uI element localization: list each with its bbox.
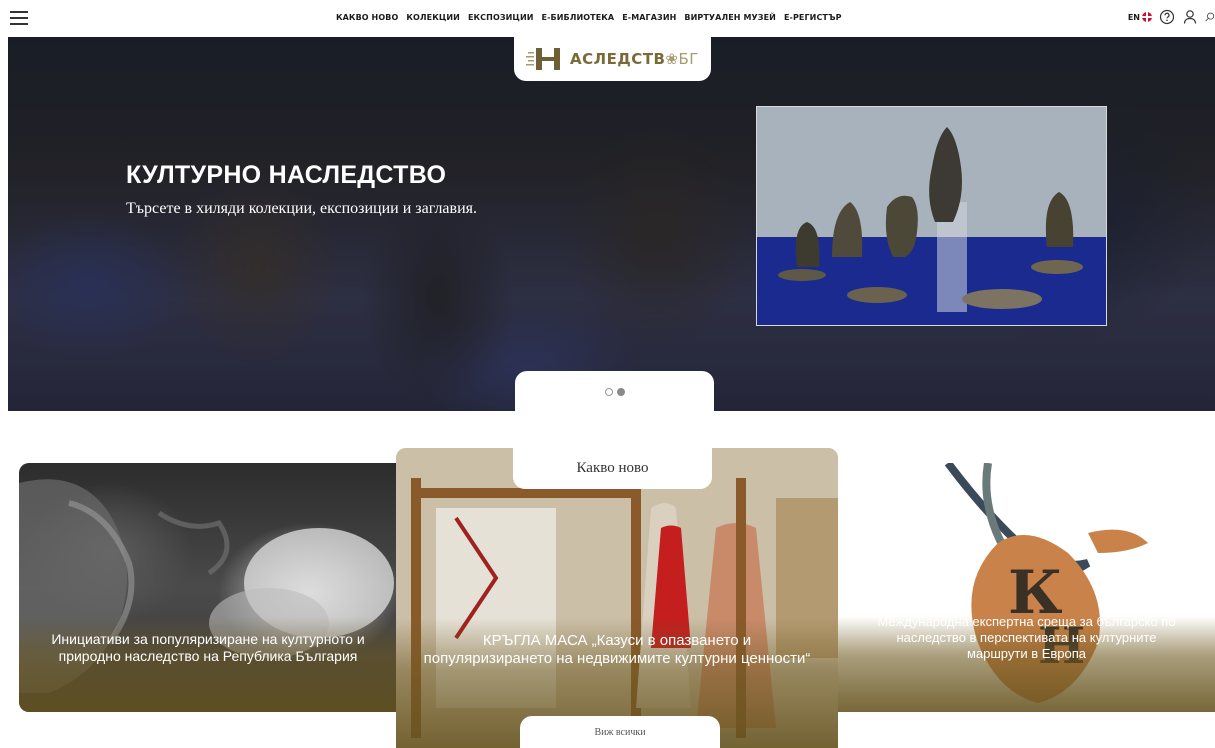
help-icon[interactable]	[1159, 9, 1175, 25]
news-card-1[interactable]: Инициативи за популяризиране на културно…	[19, 463, 397, 712]
news-card-3[interactable]: К Н Международна експертна среща за бълг…	[838, 463, 1215, 712]
hero-subtitle: Търсете в хиляди колекции, експозиции и …	[126, 200, 478, 217]
nav-item-virtual-museum[interactable]: ВИРТУАЛЕН МУЗЕЙ	[684, 13, 776, 22]
header-tools: EN	[1128, 9, 1215, 25]
language-switch[interactable]: EN	[1128, 12, 1152, 22]
logo-mark-icon	[526, 48, 561, 70]
news-card-2[interactable]: КРЪГЛА МАСА „Казуси в опазването и попул…	[396, 448, 838, 748]
hero-banner: КУЛТУРНО НАСЛЕДСТВО Търсете в хиляди кол…	[8, 37, 1215, 411]
user-icon[interactable]	[1182, 9, 1198, 25]
nav-item-e-library[interactable]: Е-БИБЛИОТЕКА	[542, 13, 615, 22]
news-card-title: КРЪГЛА МАСА „Казуси в опазването и попул…	[423, 632, 811, 667]
slider-dot-1[interactable]	[604, 387, 613, 396]
language-label: EN	[1127, 12, 1140, 22]
menu-icon[interactable]	[10, 11, 28, 25]
search-icon[interactable]	[1205, 9, 1215, 25]
nav-item-expositions[interactable]: ЕКСПОЗИЦИИ	[468, 13, 534, 22]
nav-item-e-shop[interactable]: Е-МАГАЗИН	[622, 13, 676, 22]
logo-suffix: ❀БГ	[665, 50, 699, 68]
uk-flag-icon	[1142, 12, 1152, 22]
logo-suffix-text: БГ	[678, 50, 699, 68]
top-bar: КАКВО НОВО КОЛЕКЦИИ ЕКСПОЗИЦИИ Е-БИБЛИОТ…	[0, 0, 1215, 37]
artifacts-illustration	[757, 107, 1106, 325]
nav-item-collections[interactable]: КОЛЕКЦИИ	[406, 13, 460, 22]
news-card-title: Инициативи за популяризиране на културно…	[51, 631, 365, 664]
slider-dots	[515, 371, 714, 412]
hero-artifacts-photo	[756, 106, 1107, 326]
see-all-button[interactable]: Виж всички	[520, 716, 720, 748]
news-section-heading: Какво ново	[513, 447, 712, 489]
nav-item-whats-new[interactable]: КАКВО НОВО	[336, 13, 398, 22]
hero-title: КУЛТУРНО НАСЛЕДСТВО	[126, 161, 447, 189]
news-card-title: Международна експертна среща за българск…	[877, 614, 1176, 661]
slider-dot-2[interactable]	[616, 387, 625, 396]
logo-word: АСЛЕДСТВ	[570, 50, 666, 68]
main-nav: КАКВО НОВО КОЛЕКЦИИ ЕКСПОЗИЦИИ Е-БИБЛИОТ…	[336, 13, 850, 22]
nav-item-e-register[interactable]: Е-РЕГИСТЪР	[784, 13, 842, 22]
site-logo[interactable]: АСЛЕДСТВ❀БГ	[514, 37, 711, 81]
logo-text: АСЛЕДСТВ❀БГ	[570, 50, 699, 68]
news-heading-label: Какво ново	[576, 459, 649, 476]
